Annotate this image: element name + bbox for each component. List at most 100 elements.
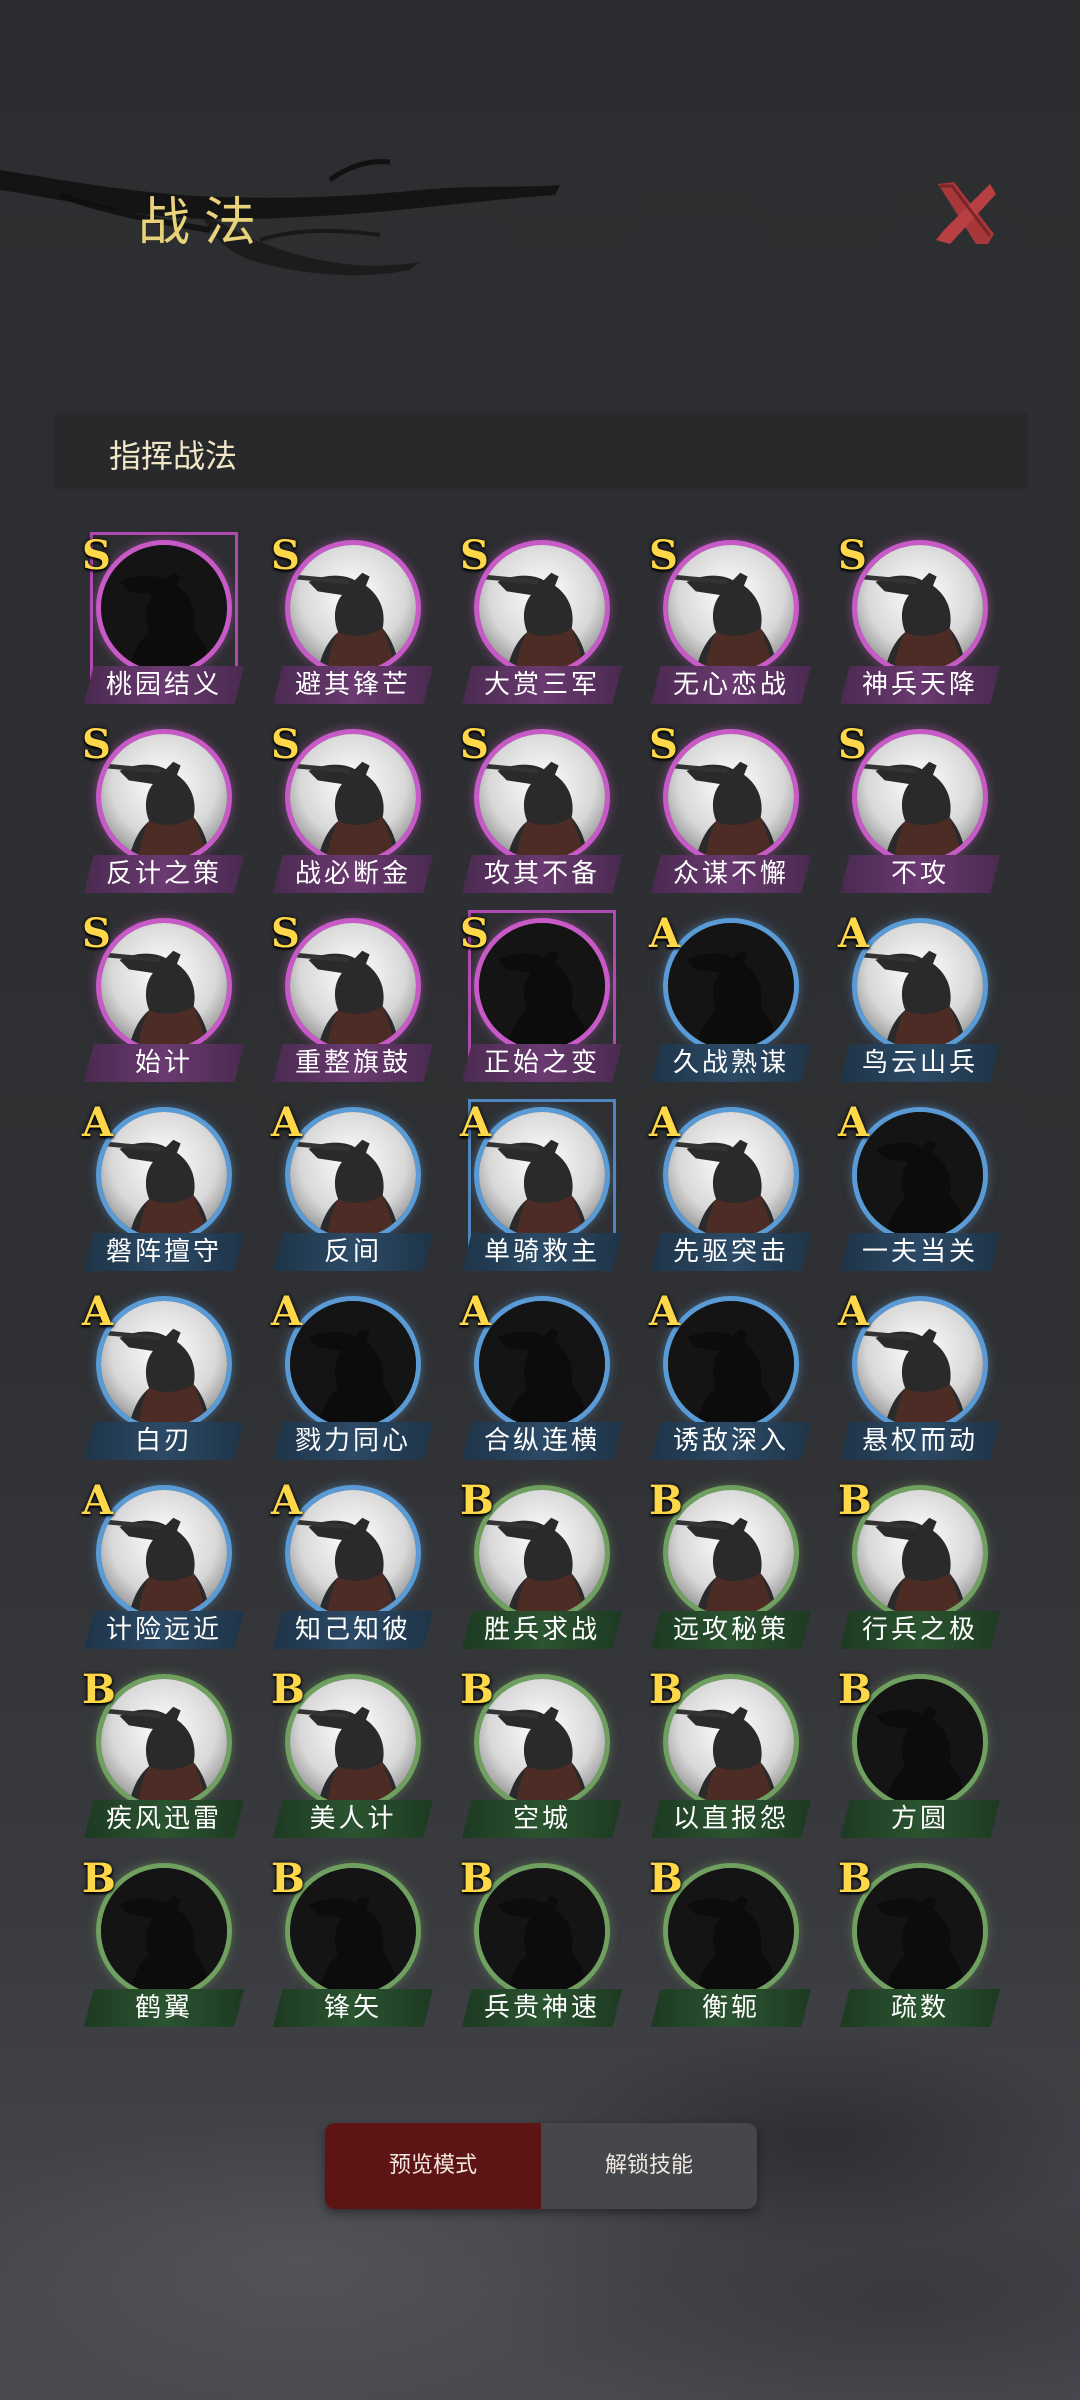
close-x-icon xyxy=(936,182,996,244)
grade-badge: B xyxy=(838,1855,872,1902)
skill-card[interactable]: A 戮力同心 xyxy=(271,1288,433,1466)
grade-badge: B xyxy=(271,1855,305,1902)
skill-card[interactable]: S 重整旗鼓 xyxy=(271,910,433,1088)
grade-badge: S xyxy=(271,721,300,768)
grade-badge: B xyxy=(82,1666,116,1713)
skill-portrait xyxy=(285,729,421,865)
close-button[interactable] xyxy=(930,178,1000,248)
grade-badge: S xyxy=(82,532,111,579)
skill-portrait xyxy=(474,1485,610,1621)
skill-name: 先驱突击 xyxy=(651,1233,811,1271)
skill-card[interactable]: B 胜兵求战 xyxy=(460,1477,622,1655)
grade-badge: S xyxy=(271,910,300,957)
skill-card[interactable]: S 攻其不备 xyxy=(460,721,622,899)
skill-portrait xyxy=(96,540,232,676)
skill-name: 远攻秘策 xyxy=(651,1611,811,1649)
skill-name: 空城 xyxy=(462,1800,622,1838)
skill-name: 兵贵神速 xyxy=(462,1989,622,2027)
skill-name: 胜兵求战 xyxy=(462,1611,622,1649)
skill-portrait xyxy=(852,1107,988,1243)
skill-card[interactable]: S 大赏三军 xyxy=(460,532,622,710)
skill-card[interactable]: S 不攻 xyxy=(838,721,1000,899)
skill-card[interactable]: B 疾风迅雷 xyxy=(82,1666,244,1844)
skill-name: 单骑救主 xyxy=(462,1233,622,1271)
skill-card[interactable]: B 衡轭 xyxy=(649,1855,811,2033)
skill-card[interactable]: B 锋矢 xyxy=(271,1855,433,2033)
skill-portrait xyxy=(663,1863,799,1999)
skill-name: 鸟云山兵 xyxy=(840,1044,1000,1082)
skill-card[interactable]: A 计险远近 xyxy=(82,1477,244,1655)
skill-card[interactable]: A 单骑救主 xyxy=(460,1099,622,1277)
skill-portrait xyxy=(96,1107,232,1243)
skill-portrait xyxy=(96,1485,232,1621)
skill-portrait xyxy=(285,1863,421,1999)
skill-card[interactable]: S 桃园结义 xyxy=(82,532,244,710)
skill-portrait xyxy=(852,1485,988,1621)
skill-card[interactable]: A 鸟云山兵 xyxy=(838,910,1000,1088)
skill-card[interactable]: S 无心恋战 xyxy=(649,532,811,710)
grade-badge: B xyxy=(838,1477,872,1524)
skill-name: 反计之策 xyxy=(84,855,244,893)
skill-card[interactable]: B 行兵之极 xyxy=(838,1477,1000,1655)
skill-card[interactable]: A 白刃 xyxy=(82,1288,244,1466)
skill-card[interactable]: S 正始之变 xyxy=(460,910,622,1088)
skill-name: 攻其不备 xyxy=(462,855,622,893)
skill-portrait xyxy=(474,1107,610,1243)
skill-card[interactable]: A 诱敌深入 xyxy=(649,1288,811,1466)
grade-badge: B xyxy=(460,1666,494,1713)
grade-badge: A xyxy=(838,1099,870,1146)
skill-portrait xyxy=(663,1296,799,1432)
skill-name: 避其锋芒 xyxy=(273,666,433,704)
skill-card[interactable]: A 合纵连横 xyxy=(460,1288,622,1466)
skill-card[interactable]: B 鹤翼 xyxy=(82,1855,244,2033)
skill-card[interactable]: B 美人计 xyxy=(271,1666,433,1844)
skill-name: 锋矢 xyxy=(273,1989,433,2027)
skill-card[interactable]: S 神兵天降 xyxy=(838,532,1000,710)
skill-card[interactable]: A 先驱突击 xyxy=(649,1099,811,1277)
skill-card[interactable]: A 一夫当关 xyxy=(838,1099,1000,1277)
grade-badge: A xyxy=(838,1288,870,1335)
skill-portrait xyxy=(474,1863,610,1999)
skill-portrait xyxy=(285,918,421,1054)
skill-name: 久战熟谋 xyxy=(651,1044,811,1082)
skill-card[interactable]: A 知己知彼 xyxy=(271,1477,433,1655)
grade-badge: S xyxy=(460,532,489,579)
skill-name: 桃园结义 xyxy=(84,666,244,704)
skill-card[interactable]: S 众谋不懈 xyxy=(649,721,811,899)
skill-card[interactable]: B 疏数 xyxy=(838,1855,1000,2033)
grade-badge: B xyxy=(649,1855,683,1902)
mode-switch: 预览模式 解锁技能 xyxy=(325,2123,757,2209)
skill-name: 行兵之极 xyxy=(840,1611,1000,1649)
skill-portrait xyxy=(96,1296,232,1432)
skill-card[interactable]: B 兵贵神速 xyxy=(460,1855,622,2033)
grade-badge: S xyxy=(460,910,489,957)
preview-mode-button[interactable]: 预览模式 xyxy=(325,2123,541,2209)
grade-badge: B xyxy=(460,1855,494,1902)
skill-card[interactable]: A 久战熟谋 xyxy=(649,910,811,1088)
skill-name: 疏数 xyxy=(840,1989,1000,2027)
grade-badge: A xyxy=(649,910,681,957)
skill-portrait xyxy=(663,540,799,676)
skill-card[interactable]: A 反间 xyxy=(271,1099,433,1277)
skill-portrait xyxy=(852,1296,988,1432)
skill-card[interactable]: B 方圆 xyxy=(838,1666,1000,1844)
skill-name: 众谋不懈 xyxy=(651,855,811,893)
skill-card[interactable]: S 反计之策 xyxy=(82,721,244,899)
skill-card[interactable]: A 悬权而动 xyxy=(838,1288,1000,1466)
skill-card[interactable]: S 战必断金 xyxy=(271,721,433,899)
skill-card[interactable]: A 磐阵擅守 xyxy=(82,1099,244,1277)
grade-badge: A xyxy=(82,1477,114,1524)
unlock-skills-button[interactable]: 解锁技能 xyxy=(541,2123,757,2209)
skill-card[interactable]: S 始计 xyxy=(82,910,244,1088)
grade-badge: A xyxy=(82,1099,114,1146)
skill-card[interactable]: B 远攻秘策 xyxy=(649,1477,811,1655)
grade-badge: S xyxy=(82,910,111,957)
skill-card[interactable]: B 空城 xyxy=(460,1666,622,1844)
grade-badge: A xyxy=(838,910,870,957)
skill-portrait xyxy=(96,1674,232,1810)
skill-card[interactable]: B 以直报怨 xyxy=(649,1666,811,1844)
skill-portrait xyxy=(474,1674,610,1810)
skill-portrait xyxy=(852,918,988,1054)
grade-badge: A xyxy=(649,1288,681,1335)
skill-card[interactable]: S 避其锋芒 xyxy=(271,532,433,710)
